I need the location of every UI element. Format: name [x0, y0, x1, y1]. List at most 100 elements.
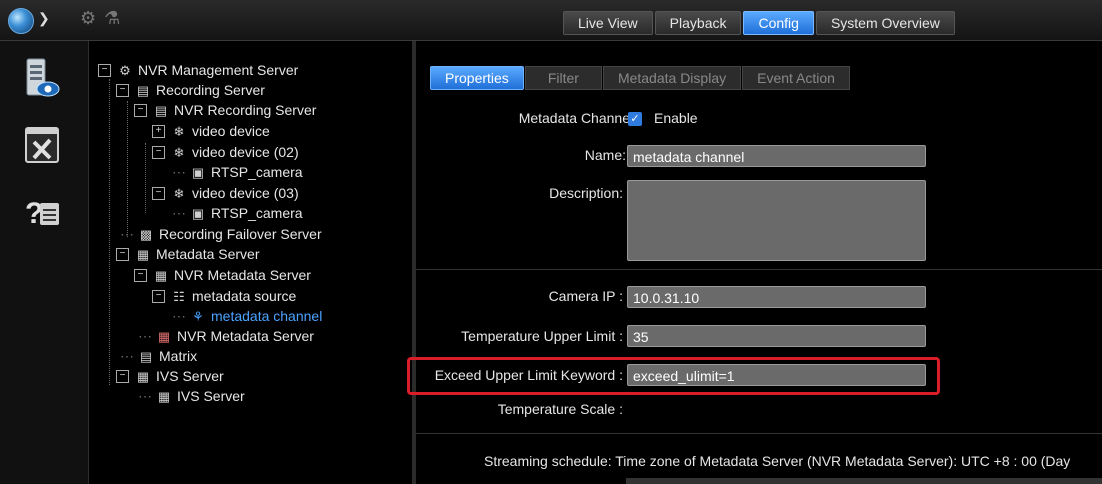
tab-playback[interactable]: Playback — [654, 11, 742, 35]
temp-upper-field[interactable]: 35 — [627, 325, 926, 347]
ivs-server-icon: ▦ — [136, 369, 150, 384]
tree-connector: ⋯ — [120, 226, 134, 242]
section-divider — [416, 269, 1102, 270]
globe-menu-button[interactable]: ❯ — [8, 8, 56, 34]
tab-system-overview[interactable]: System Overview — [815, 11, 955, 35]
collapse-icon[interactable]: − — [116, 369, 129, 383]
temp-upper-label: Temperature Upper Limit : — [461, 328, 623, 344]
tree-node[interactable]: − ▤ Recording Server — [116, 81, 265, 99]
tree-connector: ⋯ — [120, 348, 134, 364]
tree-node[interactable]: ⋯ ▤ Matrix — [120, 347, 197, 365]
tree-node[interactable]: − ☷ metadata source — [152, 287, 296, 305]
tab-event-action[interactable]: Event Action — [742, 66, 850, 90]
tree-node-label: RTSP_camera — [211, 164, 303, 180]
network-icon[interactable]: ⚗ — [104, 8, 128, 28]
top-toolbar: ❯ ⚙⚗ Live View Playback Config System Ov… — [0, 0, 1102, 41]
collapse-icon[interactable]: − — [134, 103, 147, 117]
tree-node[interactable]: − ❄ video device (02) — [152, 143, 299, 161]
tree-node-label: NVR Metadata Server — [174, 267, 311, 283]
tree-connector: ⋯ — [138, 328, 152, 344]
metadata-server-icon: ▦ — [136, 247, 150, 262]
expand-icon[interactable]: + — [152, 124, 165, 138]
tree-connector: ⋯ — [172, 164, 186, 180]
tree-node-label: video device (02) — [192, 144, 299, 160]
tree-node[interactable]: − ▤ NVR Recording Server — [134, 101, 316, 119]
tree-node-label: IVS Server — [177, 388, 245, 404]
tree-node[interactable]: − ⚙ NVR Management Server — [98, 61, 298, 79]
metadata-channel-label: Metadata Channel: — [518, 110, 637, 126]
failover-icon: ▩ — [139, 227, 153, 242]
tab-properties[interactable]: Properties — [430, 66, 524, 90]
globe-icon — [8, 8, 34, 34]
left-icon-rail: ? — [0, 41, 89, 484]
name-label: Name: — [584, 147, 626, 163]
enable-checkbox[interactable]: ✓ — [628, 112, 642, 126]
camera-icon: ▣ — [191, 206, 205, 221]
server-icon: ▤ — [136, 83, 150, 98]
name-field[interactable]: metadata channel — [627, 145, 926, 167]
collapse-icon[interactable]: − — [152, 186, 165, 200]
collapse-icon[interactable]: − — [134, 268, 147, 282]
server-icon: ▤ — [154, 103, 168, 118]
section-divider — [416, 433, 1102, 434]
schedule-header-strip — [626, 478, 1102, 484]
properties-panel: Properties Filter Metadata Display Event… — [416, 41, 1102, 484]
server-config-icon[interactable] — [24, 57, 60, 101]
tree-node[interactable]: + ❄ video device — [152, 122, 270, 140]
tab-metadata-display[interactable]: Metadata Display — [602, 66, 742, 90]
camera-ip-field[interactable]: 10.0.31.10 — [627, 286, 926, 308]
tree-node-label: Recording Server — [156, 82, 265, 98]
metadata-source-icon: ☷ — [173, 289, 185, 304]
tree-node[interactable]: ⋯ ▦ IVS Server — [138, 387, 245, 405]
tree-node-label: RTSP_camera — [211, 205, 303, 221]
tab-filter[interactable]: Filter — [524, 66, 602, 90]
tree-connector: ⋯ — [172, 205, 186, 221]
collapse-icon[interactable]: − — [152, 145, 165, 159]
metadata-channel-icon: ⚘ — [192, 309, 204, 324]
tree-node[interactable]: − ▦ IVS Server — [116, 367, 224, 385]
tree-node[interactable]: ⋯ ▣ RTSP_camera — [172, 204, 303, 222]
tree-connector: ⋯ — [172, 308, 186, 324]
tree-node-label: NVR Recording Server — [174, 102, 317, 118]
tab-config[interactable]: Config — [743, 11, 814, 35]
tree-node[interactable]: − ▦ Metadata Server — [116, 245, 260, 263]
tab-live-view[interactable]: Live View — [563, 11, 653, 35]
tools-icon[interactable] — [24, 124, 60, 168]
video-device-icon: ❄ — [173, 186, 185, 201]
tree-node-label: video device — [192, 123, 270, 139]
temp-scale-label: Temperature Scale : — [497, 401, 623, 417]
video-device-icon: ❄ — [173, 145, 185, 160]
tree-node-selected[interactable]: ⋯ ⚘ metadata channel — [172, 307, 322, 325]
metadata-server-icon: ▦ — [157, 329, 171, 344]
tree-node[interactable]: − ❄ video device (03) — [152, 184, 299, 202]
chevron-down-icon: ❯ — [38, 10, 50, 26]
tree-node-label: metadata source — [192, 288, 297, 304]
tree-node[interactable]: ⋯ ▦ NVR Metadata Server — [138, 327, 314, 345]
description-label: Description: — [549, 185, 623, 201]
toolbar-icons: ⚙⚗ — [80, 8, 128, 29]
help-icon[interactable]: ? — [24, 189, 60, 233]
tree-node[interactable]: ⋯ ▣ RTSP_camera — [172, 163, 303, 181]
camera-icon: ▣ — [191, 165, 205, 180]
matrix-icon: ▤ — [139, 349, 153, 364]
tree-node[interactable]: − ▦ NVR Metadata Server — [134, 266, 311, 284]
description-field[interactable] — [627, 180, 926, 261]
collapse-icon[interactable]: − — [152, 289, 165, 303]
tree-node-label: video device (03) — [192, 185, 299, 201]
tree-node[interactable]: ⋯ ▩ Recording Failover Server — [120, 225, 322, 243]
tree-connector: ⋯ — [138, 388, 152, 404]
collapse-icon[interactable]: − — [116, 83, 129, 97]
user-settings-icon[interactable]: ⚙ — [80, 8, 104, 28]
ivs-server-icon: ▦ — [157, 389, 171, 404]
subtabs: Properties Filter Metadata Display Event… — [430, 66, 851, 90]
tree-node-label: Recording Failover Server — [159, 226, 322, 242]
metadata-server-icon: ▦ — [154, 268, 168, 283]
camera-ip-label: Camera IP : — [548, 288, 623, 304]
mode-tabs: Live View Playback Config System Overvie… — [563, 11, 957, 35]
video-device-icon: ❄ — [173, 124, 185, 139]
tree-node-label: Matrix — [159, 348, 198, 364]
collapse-icon[interactable]: − — [116, 247, 129, 261]
tree-node-label: metadata channel — [211, 308, 323, 324]
collapse-icon[interactable]: − — [98, 63, 111, 77]
highlight-box — [407, 357, 940, 395]
